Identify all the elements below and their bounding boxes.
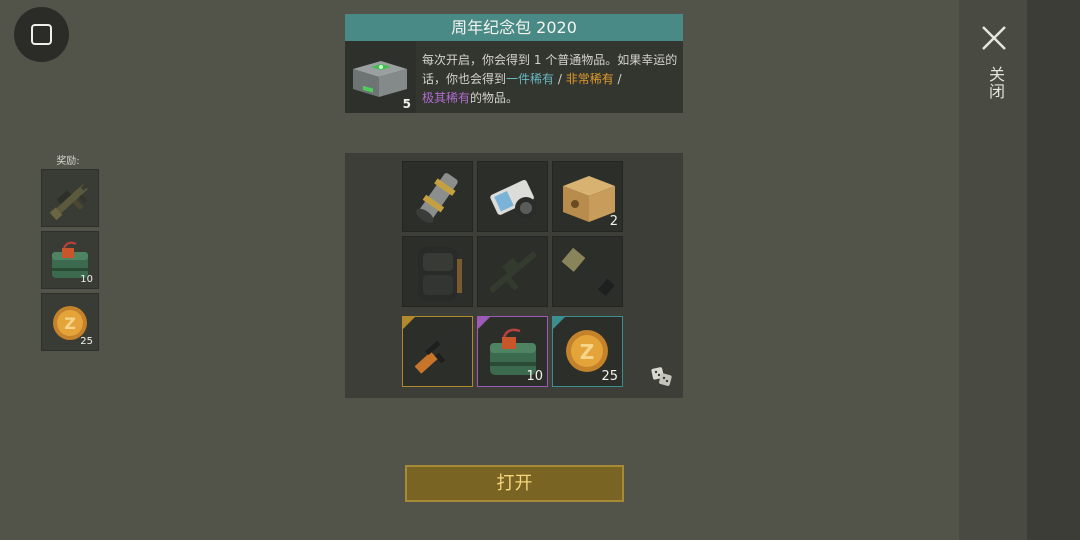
rarity-corner — [553, 317, 565, 329]
loot-slot[interactable] — [402, 161, 473, 232]
reward-count: 10 — [80, 274, 93, 285]
loot-slot[interactable] — [477, 161, 548, 232]
scope-part-icon — [416, 173, 458, 223]
pack-title: 周年纪念包 2020 — [345, 14, 683, 41]
loot-slot-rare[interactable]: Z 25 — [552, 316, 623, 387]
separator: / — [554, 72, 566, 86]
loot-slot-rare[interactable]: 10 — [477, 316, 548, 387]
open-button[interactable]: 打开 — [405, 465, 624, 502]
backpack-icon — [418, 247, 462, 301]
svg-text:Z: Z — [580, 340, 595, 364]
loot-slot[interactable] — [402, 236, 473, 307]
rewards-label: 奖励: — [56, 156, 80, 167]
dice-icon — [651, 367, 672, 386]
camera-lens-icon — [490, 179, 537, 219]
rare-label: 一件稀有 — [506, 72, 555, 86]
very-rare-label: 非常稀有 — [565, 72, 614, 86]
reward-slot-rifle[interactable] — [41, 169, 99, 227]
pack-card: 周年纪念包 2020 5 每次开启，你会得到 1 个普通物品。如果幸运的话，你也… — [345, 14, 683, 113]
loot-slot[interactable] — [477, 236, 548, 307]
desc-suffix: 的物品。 — [470, 91, 519, 105]
rarity-corner — [478, 317, 490, 329]
rifle-silhouette-icon — [488, 251, 538, 293]
svg-text:Z: Z — [64, 314, 76, 333]
pack-count: 5 — [402, 97, 411, 111]
reward-slot-coin[interactable]: Z 25 — [41, 293, 99, 351]
separator: / — [613, 72, 622, 86]
edge-strip — [1027, 0, 1080, 540]
close-label[interactable]: 关闭 — [984, 66, 1005, 100]
loot-slot[interactable]: 2 — [552, 161, 623, 232]
close-button[interactable] — [975, 18, 1013, 58]
reward-count: 25 — [80, 336, 93, 347]
close-x-icon[interactable] — [975, 18, 1013, 58]
reward-slot-explosive[interactable]: 10 — [41, 231, 99, 289]
square-icon — [31, 24, 52, 45]
randomize-button[interactable] — [650, 364, 674, 388]
epic-label: 极其稀有 — [422, 91, 471, 105]
rarity-corner — [403, 317, 415, 329]
slot-count: 10 — [526, 369, 543, 384]
flamethrower-icon — [561, 247, 615, 297]
slot-count: 25 — [601, 369, 618, 384]
pack-description: 每次开启，你会得到 1 个普通物品。如果幸运的话，你也会得到一件稀有 / 非常稀… — [422, 51, 680, 108]
pack-icon-slot: 5 — [345, 41, 416, 113]
menu-button[interactable] — [14, 7, 69, 62]
assault-rifle-icon — [49, 180, 91, 221]
loot-slot-rare[interactable] — [402, 316, 473, 387]
loot-slot[interactable] — [552, 236, 623, 307]
slot-count: 2 — [609, 214, 618, 229]
